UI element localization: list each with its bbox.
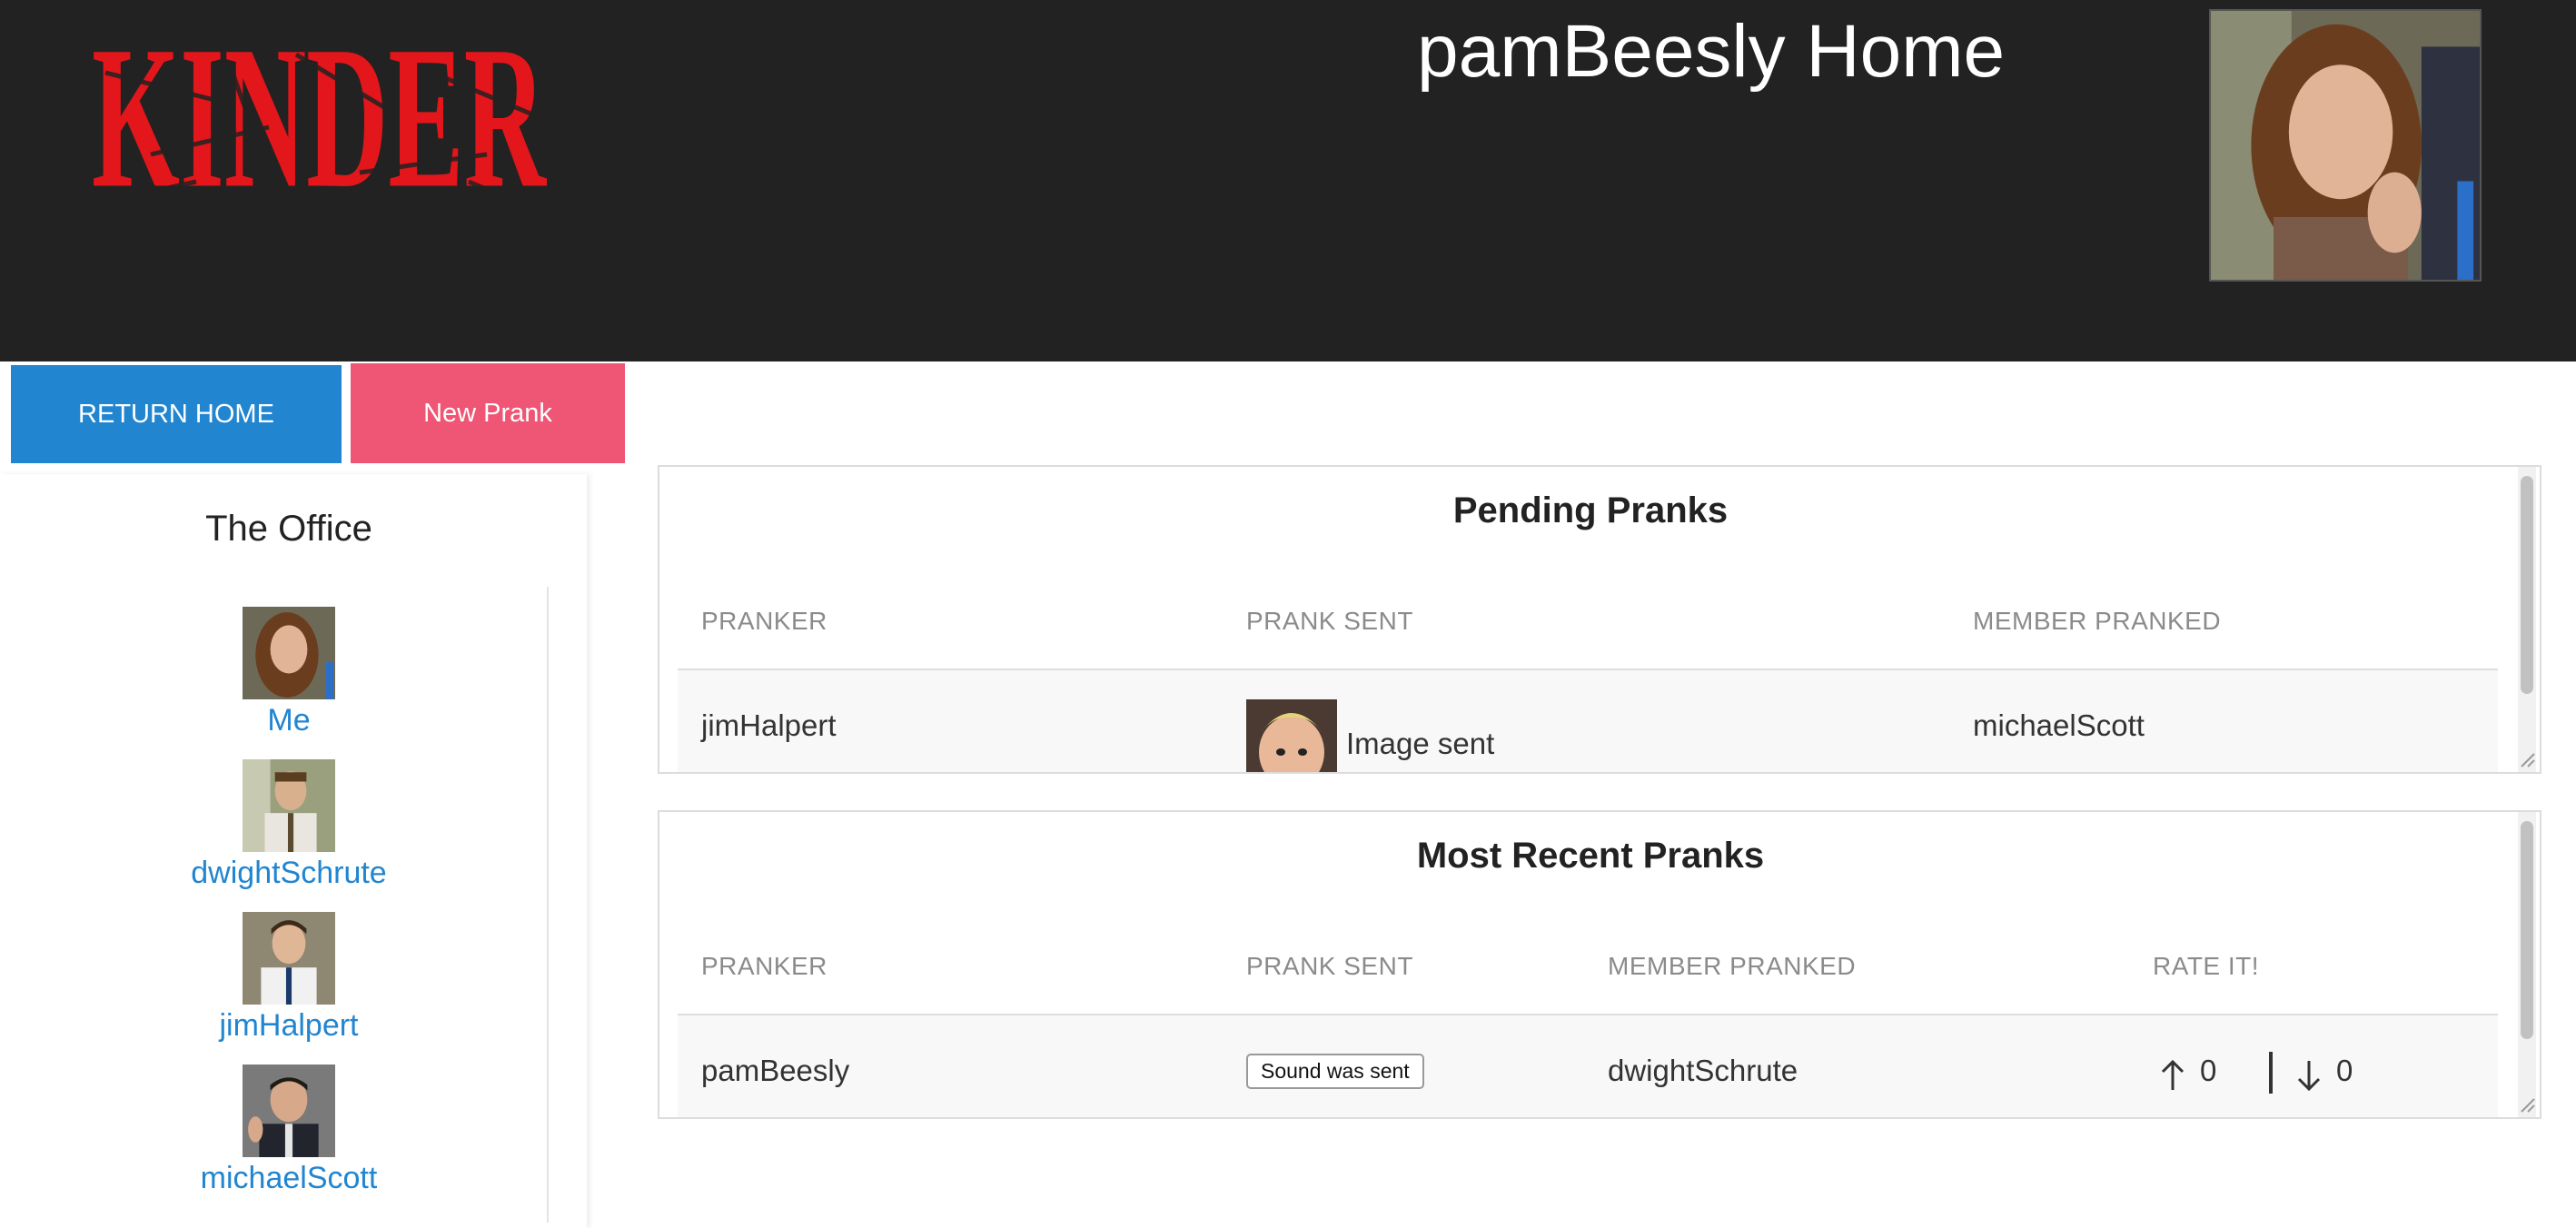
table-row: jimHalpert Image sent michaelScott [678,670,2498,774]
page-title: pamBeesly Home [1417,10,2006,93]
rate-divider [2269,1052,2273,1094]
member-avatar [243,1065,335,1157]
column-header-prank-sent: PRANK SENT [1246,952,1413,980]
svg-text:KINDER: KINDER [92,18,547,231]
member-name[interactable]: michaelScott [0,1161,578,1196]
member-avatar [243,912,335,1005]
recent-pranks-panel[interactable]: Most Recent Pranks PRANKER PRANK SENT ME… [658,810,2541,1119]
play-sound-button[interactable]: Sound was sent [1246,1054,1424,1089]
column-header-member-pranked: MEMBER PRANKED [1973,607,2222,635]
member-pranked-cell: michaelScott [1973,708,2145,742]
sidebar-member-dwight[interactable]: dwightSchrute [0,759,578,891]
pending-pranks-title: Pending Pranks [1452,490,1729,530]
upvote-count: 0 [2200,1054,2217,1087]
column-header-member-pranked: MEMBER PRANKED [1608,952,1857,980]
recent-pranks-title: Most Recent Pranks [1416,836,1765,876]
resize-grip-icon[interactable] [2518,1095,2536,1114]
kinder-logo: KINDER [92,18,547,231]
member-name[interactable]: jimHalpert [0,1008,578,1044]
sidebar-member-me[interactable]: Me [0,607,578,738]
scrollbar-thumb[interactable] [2521,476,2533,694]
prank-image-thumbnail[interactable] [1246,699,1337,774]
resize-grip-icon[interactable] [2518,750,2536,768]
downvote-count: 0 [2336,1054,2353,1087]
member-avatar [243,759,335,852]
member-name[interactable]: Me [0,703,578,738]
profile-photo [2209,9,2482,282]
downvote-arrow-icon[interactable] [2296,1059,2322,1092]
scrollbar-thumb[interactable] [2521,821,2533,1039]
upvote-arrow-icon[interactable] [2160,1059,2185,1092]
sidebar-title: The Office [205,509,372,549]
pranker-cell: jimHalpert [701,708,837,742]
member-name[interactable]: dwightSchrute [0,856,578,891]
column-header-rate-it: RATE IT! [2153,952,2260,980]
return-home-button[interactable]: RETURN HOME [11,365,342,463]
column-header-pranker: PRANKER [701,952,827,980]
sidebar-member-jim[interactable]: jimHalpert [0,912,578,1044]
sidebar-member-michael[interactable]: michaelScott [0,1065,578,1196]
member-pranked-cell: dwightSchrute [1608,1054,1798,1087]
pranker-cell: pamBeesly [701,1054,850,1087]
sidebar: The Office Me dwightSchrute jimHalpert m… [0,474,587,1228]
recent-scrollbar[interactable] [2518,812,2536,1117]
pending-scrollbar[interactable] [2518,467,2536,772]
column-header-prank-sent: PRANK SENT [1246,607,1413,635]
member-avatar [243,607,335,699]
column-header-pranker: PRANKER [701,607,827,635]
app-header: KINDER pamBeesly Home [0,0,2576,361]
new-prank-button[interactable]: New Prank [351,363,625,463]
table-row: pamBeesly Sound was sent dwightSchrute 0… [678,1015,2498,1117]
pending-pranks-panel[interactable]: Pending Pranks PRANKER PRANK SENT MEMBER… [658,465,2541,774]
prank-sent-cell: Image sent [1346,727,1495,760]
